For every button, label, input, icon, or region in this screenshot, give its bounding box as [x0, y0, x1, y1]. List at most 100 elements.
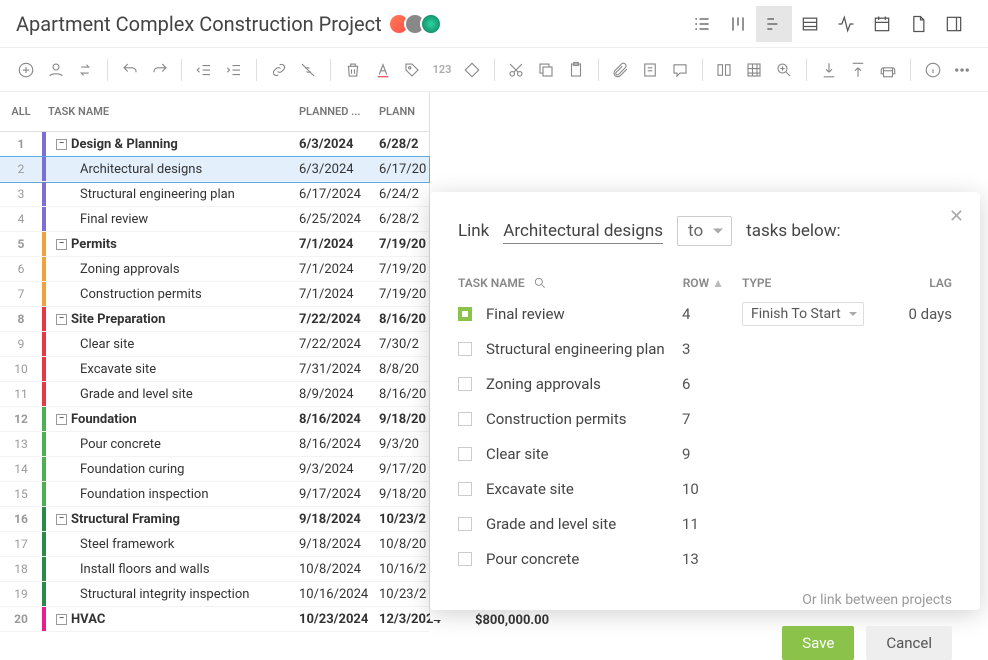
copy-icon[interactable]	[532, 56, 560, 84]
assign-icon[interactable]	[42, 56, 70, 84]
link-target-row[interactable]: Excavate site10	[458, 471, 952, 506]
task-name[interactable]: Structural engineering plan	[46, 187, 299, 202]
list-view-icon[interactable]	[684, 6, 720, 42]
zoom-icon[interactable]	[770, 56, 798, 84]
avatar-stack[interactable]	[394, 13, 442, 35]
task-row[interactable]: 18Install floors and walls10/8/202410/16…	[0, 557, 429, 582]
checkbox[interactable]	[458, 412, 472, 426]
link-target-row[interactable]: Final review4Finish To Start0 days	[458, 296, 952, 331]
link-target-row[interactable]: Zoning approvals6	[458, 366, 952, 401]
unlink-icon[interactable]	[294, 56, 322, 84]
avatar[interactable]	[420, 13, 442, 35]
checkbox[interactable]	[458, 377, 472, 391]
checkbox[interactable]	[458, 482, 472, 496]
collapse-icon[interactable]: −	[56, 514, 67, 525]
note-icon[interactable]	[636, 56, 664, 84]
link-type-select[interactable]: Finish To Start	[742, 302, 864, 326]
task-name[interactable]: −Permits	[46, 237, 299, 252]
task-name[interactable]: −Structural Framing	[46, 512, 299, 527]
task-name[interactable]: −Site Preparation	[46, 312, 299, 327]
task-name[interactable]: Install floors and walls	[46, 562, 299, 577]
cancel-button[interactable]: Cancel	[866, 626, 952, 660]
tag-icon[interactable]	[399, 56, 427, 84]
gantt-view-icon[interactable]	[756, 6, 792, 42]
task-name[interactable]: −HVAC	[46, 612, 299, 627]
add-icon[interactable]	[12, 56, 40, 84]
link-target-row[interactable]: Pour concrete13	[458, 541, 952, 576]
task-row[interactable]: 12−Foundation8/16/20249/18/20	[0, 407, 429, 432]
comment-icon[interactable]	[666, 56, 694, 84]
import-icon[interactable]	[815, 56, 843, 84]
task-row[interactable]: 17Steel framework9/18/202410/8/20	[0, 532, 429, 557]
direction-select[interactable]: to	[677, 216, 732, 246]
paste-icon[interactable]	[562, 56, 590, 84]
task-row[interactable]: 13Pour concrete8/16/20249/3/20	[0, 432, 429, 457]
col-planned-end[interactable]: PLANN	[379, 105, 429, 118]
number-icon[interactable]: 123	[428, 56, 456, 84]
link-between-projects[interactable]: Or link between projects	[458, 592, 952, 608]
task-name[interactable]: Structural integrity inspection	[46, 587, 299, 602]
print-icon[interactable]	[874, 56, 902, 84]
board-view-icon[interactable]	[720, 6, 756, 42]
save-button[interactable]: Save	[782, 626, 854, 660]
task-row[interactable]: 4Final review6/25/20246/28/2	[0, 207, 429, 232]
task-row[interactable]: 10Excavate site7/31/20248/8/20	[0, 357, 429, 382]
text-color-icon[interactable]	[369, 56, 397, 84]
task-row[interactable]: 19Structural integrity inspection10/16/2…	[0, 582, 429, 607]
calendar-view-icon[interactable]	[864, 6, 900, 42]
link-target-row[interactable]: Structural engineering plan3	[458, 331, 952, 366]
redo-icon[interactable]	[146, 56, 174, 84]
collapse-icon[interactable]: −	[56, 614, 67, 625]
link-icon[interactable]	[265, 56, 293, 84]
task-name[interactable]: Pour concrete	[46, 437, 299, 452]
delete-icon[interactable]	[339, 56, 367, 84]
link-target-row[interactable]: Construction permits7	[458, 401, 952, 436]
task-name[interactable]: Foundation inspection	[46, 487, 299, 502]
task-name[interactable]: Clear site	[46, 337, 299, 352]
panel-view-icon[interactable]	[936, 6, 972, 42]
lag-value[interactable]: 0 days	[892, 305, 952, 323]
col-name[interactable]: TASK NAME	[42, 105, 299, 118]
task-name[interactable]: Final review	[46, 212, 299, 227]
col-planned-start[interactable]: PLANNED ...	[299, 105, 379, 118]
grid-icon[interactable]	[740, 56, 768, 84]
task-name[interactable]: Grade and level site	[46, 387, 299, 402]
task-name[interactable]: Excavate site	[46, 362, 299, 377]
link-target-row[interactable]: Clear site9	[458, 436, 952, 471]
link-target-row[interactable]: Grade and level site11	[458, 506, 952, 541]
task-row[interactable]: 14Foundation curing9/3/20249/17/20	[0, 457, 429, 482]
indent-icon[interactable]	[220, 56, 248, 84]
undo-icon[interactable]	[116, 56, 144, 84]
more-icon[interactable]	[948, 56, 976, 84]
checkbox[interactable]	[458, 342, 472, 356]
columns-icon[interactable]	[711, 56, 739, 84]
task-name[interactable]: Steel framework	[46, 537, 299, 552]
task-row[interactable]: 5−Permits7/1/20247/19/20	[0, 232, 429, 257]
collapse-icon[interactable]: −	[56, 414, 67, 425]
task-row[interactable]: 6Zoning approvals7/1/20247/19/20	[0, 257, 429, 282]
close-icon[interactable]: ✕	[949, 206, 964, 227]
export-icon[interactable]	[844, 56, 872, 84]
collapse-icon[interactable]: −	[56, 139, 67, 150]
task-row[interactable]: 8−Site Preparation7/22/20248/16/20	[0, 307, 429, 332]
task-row[interactable]: 16−Structural Framing9/18/202410/23/2	[0, 507, 429, 532]
task-row[interactable]: 7Construction permits7/1/20247/19/20	[0, 282, 429, 307]
source-task-name[interactable]: Architectural designs	[503, 221, 663, 244]
attach-icon[interactable]	[607, 56, 635, 84]
swap-icon[interactable]	[71, 56, 99, 84]
project-title[interactable]: Apartment Complex Construction Project	[16, 12, 382, 36]
task-name[interactable]: −Design & Planning	[46, 137, 299, 152]
task-row[interactable]: 2Architectural designs6/3/20246/17/20	[0, 157, 429, 182]
collapse-icon[interactable]: −	[56, 314, 67, 325]
task-row[interactable]: 15Foundation inspection9/17/20249/18/20	[0, 482, 429, 507]
task-row[interactable]: 3Structural engineering plan6/17/20246/2…	[0, 182, 429, 207]
checkbox[interactable]	[458, 447, 472, 461]
task-name[interactable]: Construction permits	[46, 287, 299, 302]
info-icon[interactable]	[919, 56, 947, 84]
cut-icon[interactable]	[503, 56, 531, 84]
task-name[interactable]: −Foundation	[46, 412, 299, 427]
task-name[interactable]: Foundation curing	[46, 462, 299, 477]
collapse-icon[interactable]: −	[56, 239, 67, 250]
task-row[interactable]: 1−Design & Planning6/3/20246/28/2	[0, 132, 429, 157]
shape-icon[interactable]	[458, 56, 486, 84]
